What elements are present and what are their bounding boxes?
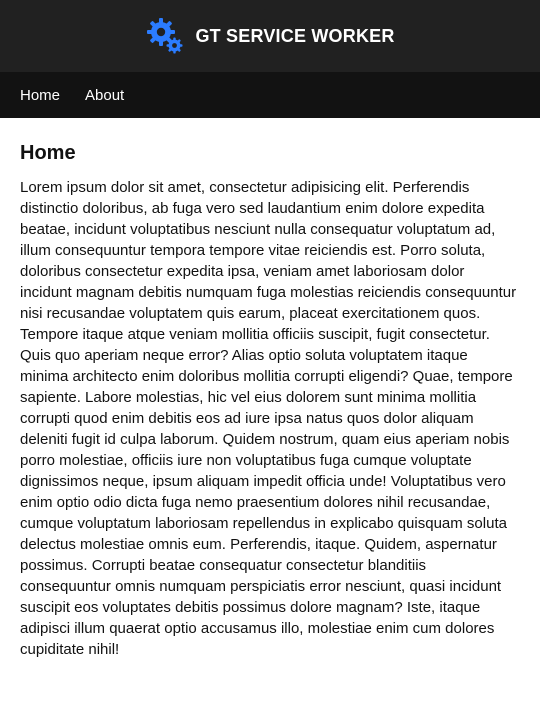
- nav-link-home[interactable]: Home: [20, 88, 60, 103]
- gears-icon: [145, 16, 185, 56]
- nav-link-about[interactable]: About: [85, 88, 124, 103]
- main-content: Home Lorem ipsum dolor sit amet, consect…: [0, 118, 540, 660]
- page-body-text: Lorem ipsum dolor sit amet, consectetur …: [20, 179, 517, 658]
- page-title: Home: [20, 142, 76, 164]
- site-header: GT SERVICE WORKER: [0, 0, 540, 72]
- main-nav: Home About: [0, 72, 540, 118]
- site-title: GT SERVICE WORKER: [195, 25, 395, 46]
